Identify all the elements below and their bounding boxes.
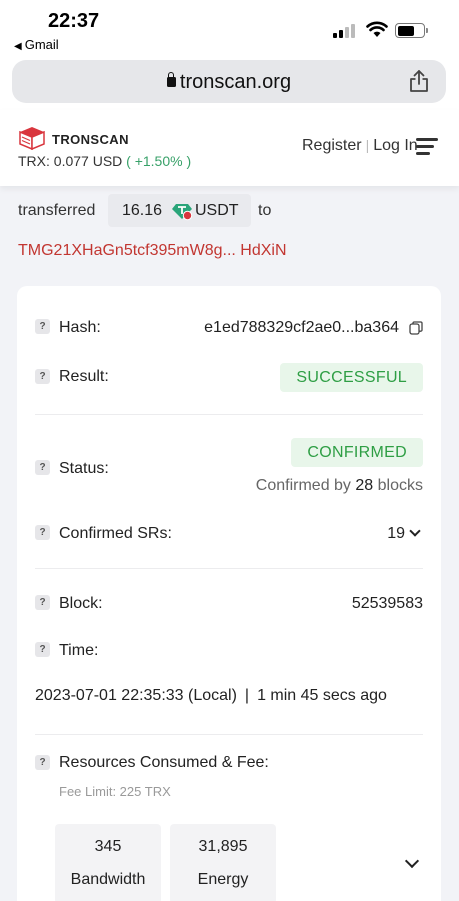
address-bar[interactable]: tronscan.org [12, 60, 446, 103]
recipient-address-link[interactable]: TMG21XHaGn5tcf395mW8g... HdXiN [18, 242, 287, 260]
chevron-down-icon [409, 525, 421, 537]
confirmed-by-suffix: blocks [377, 477, 423, 494]
back-to-app-link[interactable]: ◀ Gmail [14, 37, 59, 52]
confirmed-blocks-count: 28 [355, 477, 374, 494]
hash-row: ? Hash: e1ed788329cf2ae0...ba364 [35, 312, 423, 342]
token-symbol[interactable]: USDT [195, 202, 239, 220]
usdt-token-icon[interactable] [171, 199, 193, 221]
resources-label: Resources Consumed & Fee: [59, 754, 269, 771]
auth-links: Register | Log In [302, 137, 418, 155]
time-label: Time: [59, 642, 99, 659]
divider [35, 414, 423, 415]
battery-cap [426, 28, 428, 33]
timestamp-ago: 1 min 45 secs ago [257, 687, 387, 704]
url-text: tronscan.org [179, 71, 292, 93]
site-header: TRONSCAN TRX: 0.077 USD ( +1.50% ) Regis… [0, 110, 459, 186]
share-icon[interactable] [408, 69, 430, 93]
brand-name[interactable]: TRONSCAN [52, 132, 129, 147]
block-label: Block: [59, 595, 103, 612]
bandwidth-box: 345 Bandwidth [55, 824, 161, 901]
trx-price: TRX: 0.077 USD ( +1.50% ) [18, 153, 191, 169]
confirmed-srs-label: Confirmed SRs: [59, 525, 172, 542]
divider [35, 568, 423, 569]
help-icon[interactable]: ? [35, 755, 50, 770]
fee-limit: Fee Limit: 225 TRX [59, 784, 171, 799]
lock-icon [166, 72, 176, 87]
timestamp-local: 2023-07-01 22:35:33 (Local) [35, 687, 237, 704]
result-badge: SUCCESSFUL [280, 363, 423, 392]
energy-box: 31,895 Energy [170, 824, 276, 901]
confirmed-by-prefix: Confirmed by [255, 477, 351, 494]
trx-price-value: TRX: 0.077 USD [18, 153, 123, 169]
back-triangle-icon: ◀ [14, 41, 22, 52]
block-row: ? Block: 52539583 [35, 592, 423, 618]
trx-price-change: ( +1.50% ) [126, 153, 192, 169]
energy-label: Energy [197, 871, 249, 888]
help-icon[interactable]: ? [35, 642, 50, 657]
result-label: Result: [59, 368, 109, 385]
hash-label: Hash: [59, 319, 101, 336]
wifi-icon [366, 21, 388, 37]
tronscan-logo-icon[interactable] [18, 126, 46, 150]
auth-separator: | [365, 137, 370, 153]
login-link[interactable]: Log In [373, 137, 417, 154]
status-row: ? Status: CONFIRMED Confirmed by 28 bloc… [35, 438, 423, 498]
register-link[interactable]: Register [302, 137, 362, 154]
confirmed-srs-row[interactable]: ? Confirmed SRs: 19 [35, 522, 423, 548]
help-icon[interactable]: ? [35, 319, 50, 334]
transfer-prefix: transferred [18, 202, 96, 219]
confirmed-srs-value[interactable]: 19 [387, 525, 421, 543]
url-display[interactable]: tronscan.org [12, 71, 446, 94]
confirmed-by-text: Confirmed by 28 blocks [256, 477, 423, 495]
help-icon[interactable]: ? [35, 369, 50, 384]
amount-pill: 16.16 USDT [108, 194, 251, 227]
transfer-to-word: to [258, 202, 272, 219]
block-number-link[interactable]: 52539583 [352, 595, 423, 613]
resources-row: ? Resources Consumed & Fee: [35, 751, 423, 777]
battery-level-fill [397, 25, 414, 36]
cellular-signal-icon [333, 24, 359, 38]
back-app-label: Gmail [24, 37, 59, 52]
transfer-amount: 16.16 [122, 202, 163, 219]
bandwidth-value: 345 [94, 838, 122, 855]
time-row: ? Time: [35, 639, 423, 665]
status-bar: 22:37 ◀ Gmail [0, 0, 459, 56]
bandwidth-label: Bandwidth [70, 871, 146, 888]
result-row: ? Result: SUCCESSFUL [35, 362, 423, 392]
browser-toolbar: tronscan.org [0, 56, 459, 110]
expand-chevron-down-icon[interactable] [404, 853, 420, 869]
help-icon[interactable]: ? [35, 525, 50, 540]
confirmed-srs-count: 19 [387, 525, 405, 542]
timestamp-separator: | [244, 687, 250, 704]
hamburger-menu-icon[interactable] [416, 138, 438, 156]
status-label: Status: [59, 460, 109, 477]
hash-value[interactable]: e1ed788329cf2ae0...ba364 [204, 319, 399, 337]
copy-icon[interactable] [409, 321, 423, 335]
energy-value: 31,895 [198, 838, 248, 855]
transaction-details-card: ? Hash: e1ed788329cf2ae0...ba364 ? Resul… [17, 286, 441, 901]
timestamp: 2023-07-01 22:35:33 (Local) | 1 min 45 sec… [35, 687, 387, 705]
battery-icon [395, 23, 425, 38]
divider [35, 734, 423, 735]
clock: 22:37 [48, 10, 100, 32]
help-icon[interactable]: ? [35, 460, 50, 475]
help-icon[interactable]: ? [35, 595, 50, 610]
status-badge: CONFIRMED [291, 438, 423, 467]
transfer-summary: transferred 16.16 USDT to [18, 194, 318, 228]
